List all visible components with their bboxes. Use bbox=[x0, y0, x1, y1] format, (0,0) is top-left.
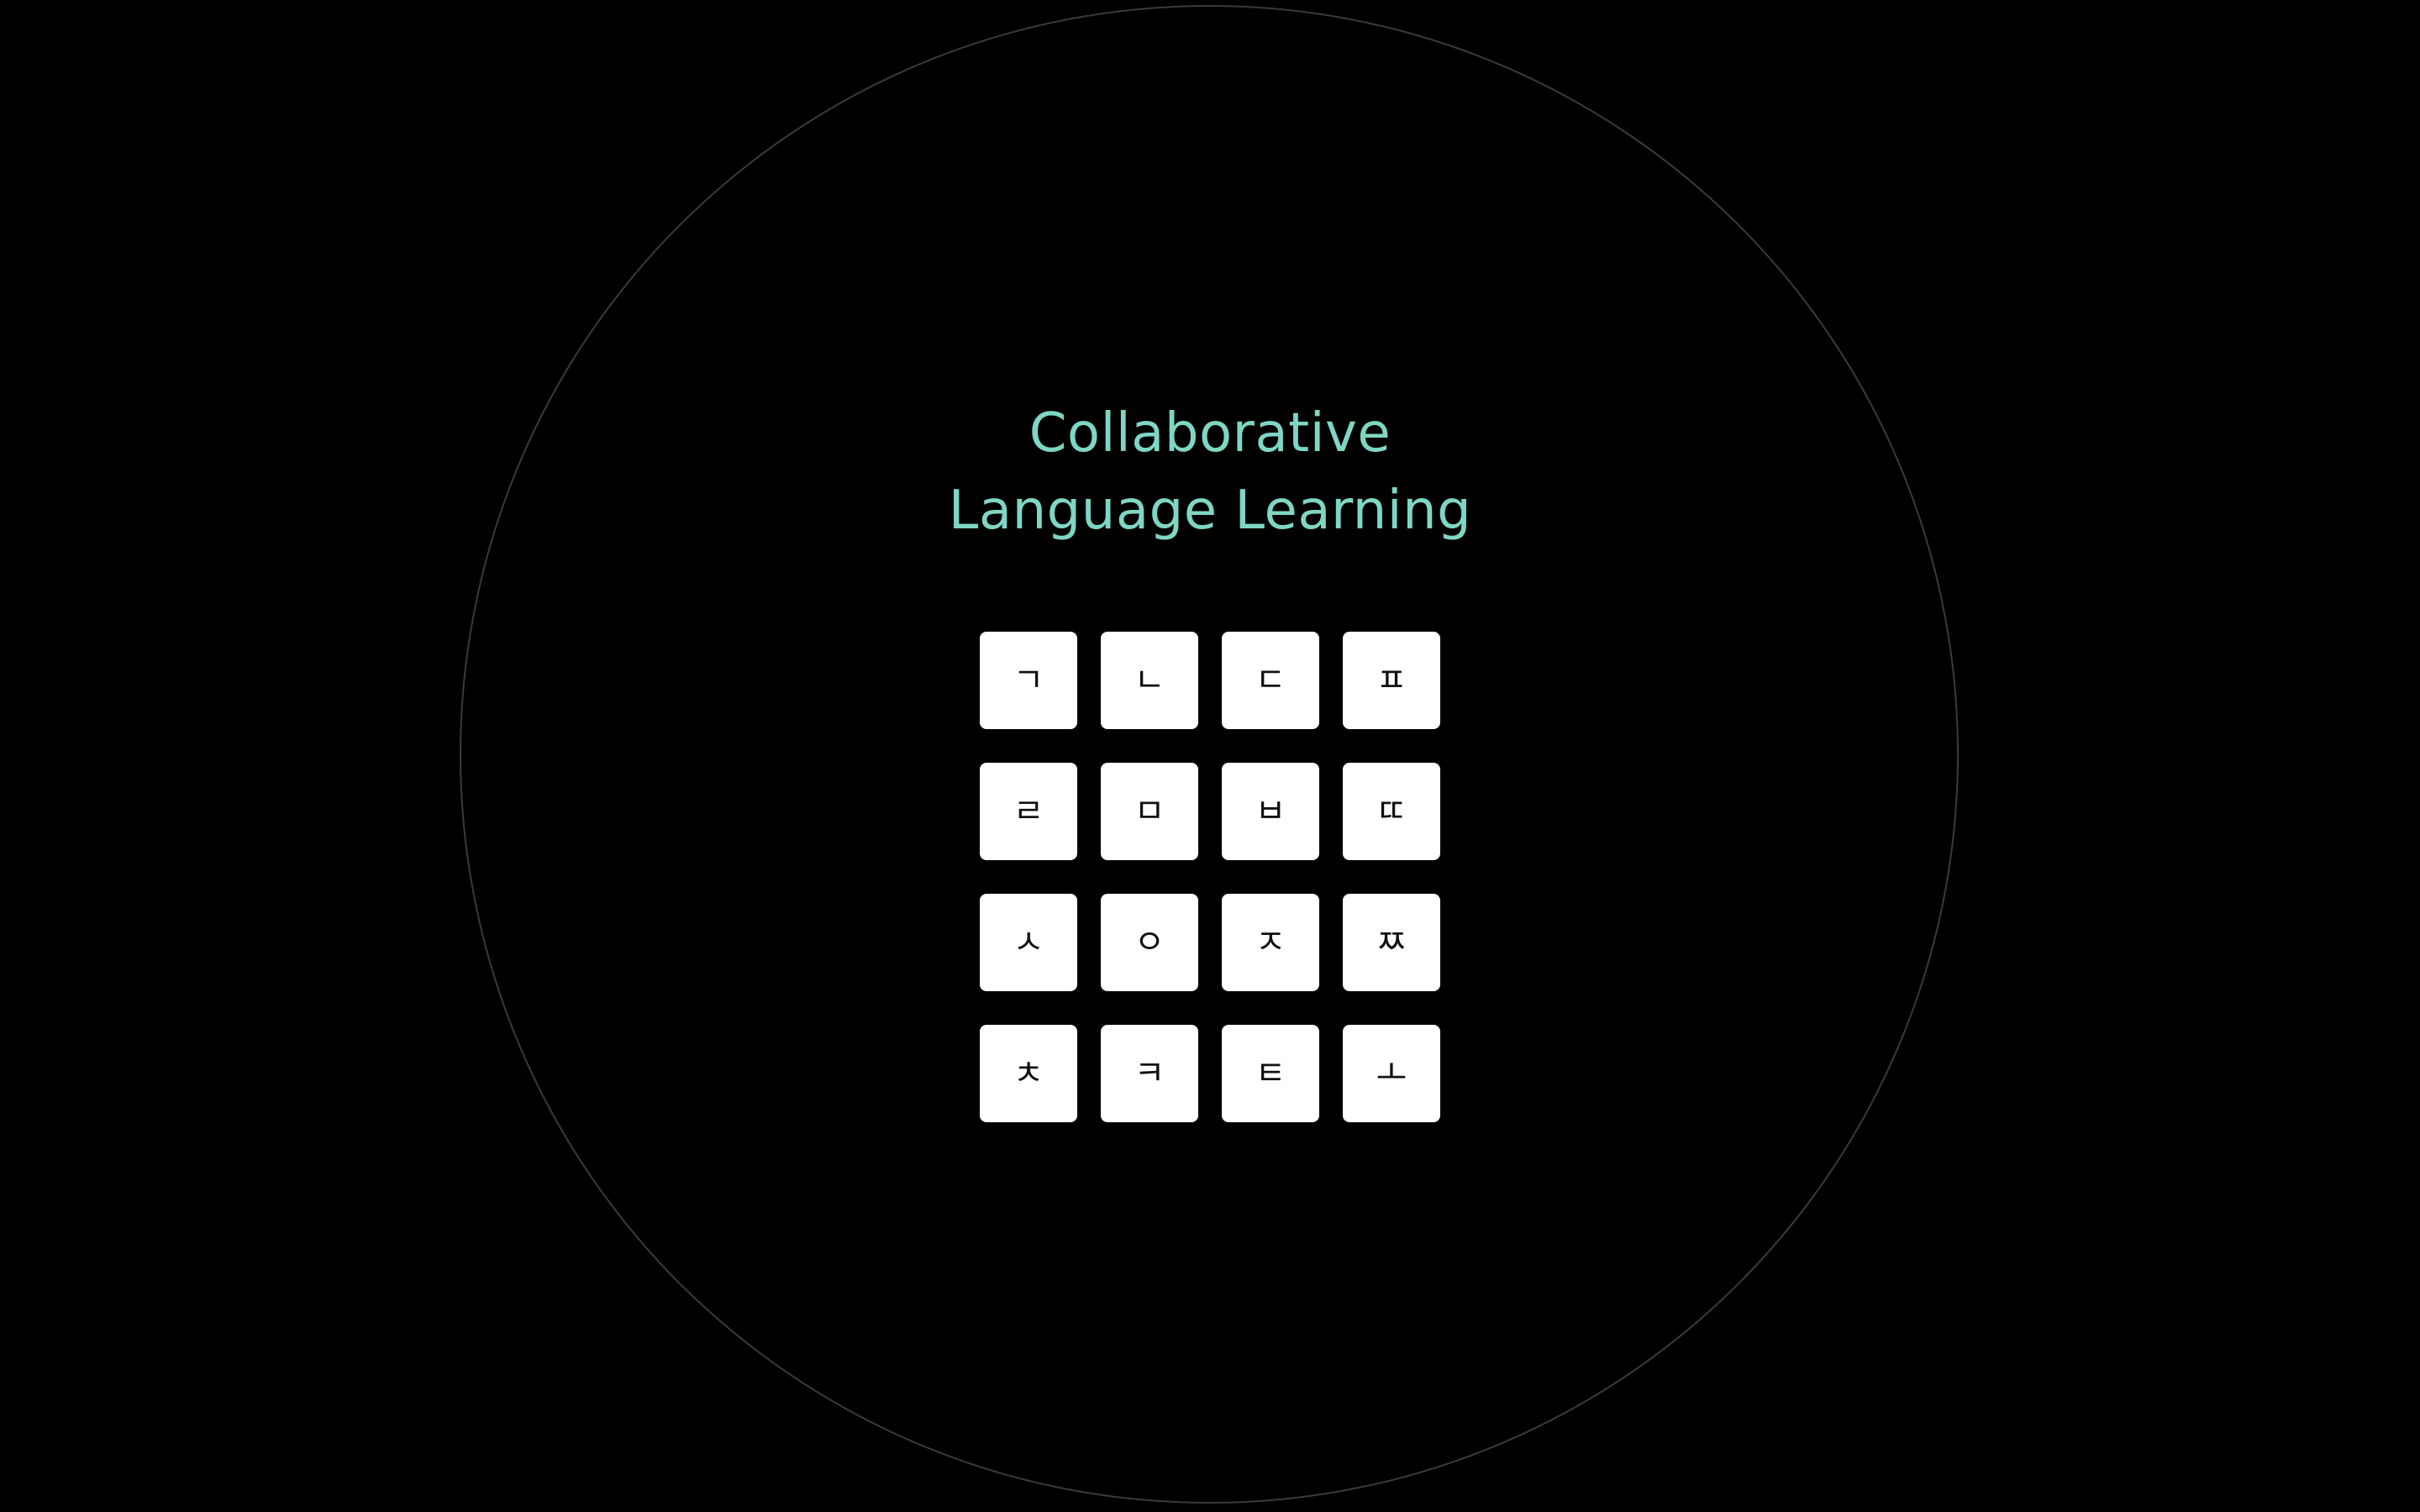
tile-glyph: ㅉ bbox=[1376, 923, 1407, 962]
tile-glyph: ㅁ bbox=[1134, 792, 1165, 831]
tile-glyph: ㄴ bbox=[1134, 661, 1165, 700]
hangul-tile[interactable]: ㅋ bbox=[1101, 1025, 1198, 1122]
tile-glyph: ㄷ bbox=[1255, 661, 1286, 700]
hangul-tile[interactable]: ㅌ bbox=[1222, 1025, 1319, 1122]
hangul-tile[interactable]: ㅅ bbox=[980, 894, 1077, 991]
title-line-1: Collaborative bbox=[1028, 402, 1392, 465]
tile-glyph: ㅇ bbox=[1134, 923, 1165, 962]
hangul-tile-grid: ㄱ ㄴ ㄷ ㅍ ㄹ ㅁ ㅂ ㄸ ㅅ ㅇ ㅈ ㅉ ㅊ ㅋ ㅌ ㅗ bbox=[980, 632, 1440, 1122]
tile-glyph: ㅌ bbox=[1255, 1054, 1286, 1093]
hangul-tile[interactable]: ㄴ bbox=[1101, 632, 1198, 729]
stage: Collaborative Language Learning ㄱ ㄴ ㄷ ㅍ … bbox=[0, 0, 2420, 1512]
tile-glyph: ㅋ bbox=[1134, 1054, 1165, 1093]
tile-glyph: ㅅ bbox=[1013, 923, 1044, 962]
title-line-2: Language Learning bbox=[948, 480, 1472, 542]
hangul-tile[interactable]: ㄱ bbox=[980, 632, 1077, 729]
tile-glyph: ㅂ bbox=[1255, 792, 1286, 831]
tile-glyph: ㅗ bbox=[1376, 1054, 1407, 1093]
hangul-tile[interactable]: ㄹ bbox=[980, 763, 1077, 860]
hangul-tile[interactable]: ㄷ bbox=[1222, 632, 1319, 729]
tile-glyph: ㅊ bbox=[1013, 1054, 1044, 1093]
hangul-tile[interactable]: ㅍ bbox=[1343, 632, 1440, 729]
hangul-tile[interactable]: ㅂ bbox=[1222, 763, 1319, 860]
tile-glyph: ㅈ bbox=[1255, 923, 1286, 962]
page-title: Collaborative Language Learning bbox=[790, 395, 1630, 549]
tile-glyph: ㄸ bbox=[1376, 792, 1407, 831]
tile-glyph: ㄹ bbox=[1013, 792, 1044, 831]
hangul-tile[interactable]: ㅇ bbox=[1101, 894, 1198, 991]
tile-glyph: ㅍ bbox=[1376, 661, 1407, 700]
hangul-tile[interactable]: ㄸ bbox=[1343, 763, 1440, 860]
hangul-tile[interactable]: ㅁ bbox=[1101, 763, 1198, 860]
hangul-tile[interactable]: ㅗ bbox=[1343, 1025, 1440, 1122]
tile-glyph: ㄱ bbox=[1013, 661, 1044, 700]
hangul-tile[interactable]: ㅊ bbox=[980, 1025, 1077, 1122]
hangul-tile[interactable]: ㅉ bbox=[1343, 894, 1440, 991]
hangul-tile[interactable]: ㅈ bbox=[1222, 894, 1319, 991]
